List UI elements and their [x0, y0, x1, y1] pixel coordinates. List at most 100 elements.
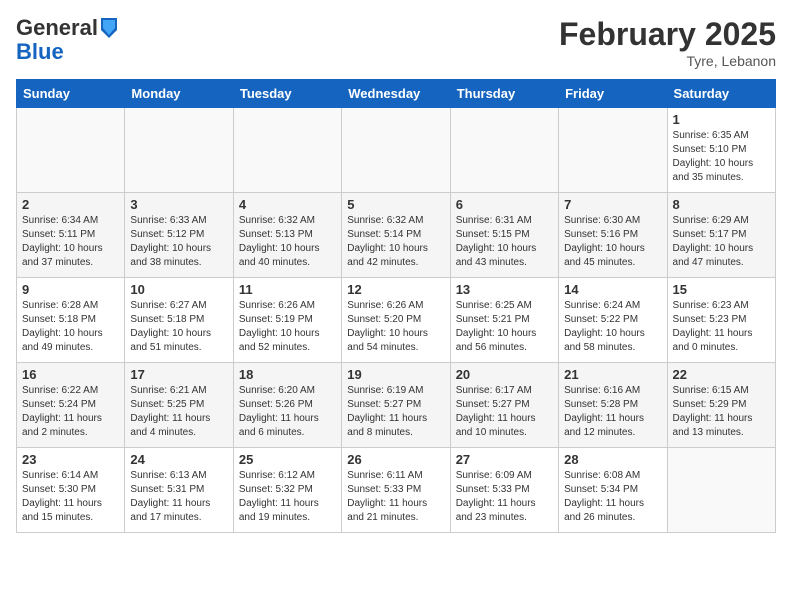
- day-info: Sunrise: 6:09 AMSunset: 5:33 PMDaylight:…: [456, 469, 553, 525]
- day-info: Sunrise: 6:32 AMSunset: 5:14 PMDaylight:…: [347, 214, 444, 270]
- page-header: General Blue February 2025 Tyre, Lebanon: [16, 16, 776, 69]
- day-info: Sunrise: 6:28 AMSunset: 5:18 PMDaylight:…: [22, 299, 119, 355]
- day-info: Sunrise: 6:30 AMSunset: 5:16 PMDaylight:…: [564, 214, 661, 270]
- calendar-header-row: SundayMondayTuesdayWednesdayThursdayFrid…: [17, 80, 776, 108]
- day-number: 2: [22, 197, 119, 212]
- day-number: 24: [130, 452, 227, 467]
- day-number: 16: [22, 367, 119, 382]
- day-number: 17: [130, 367, 227, 382]
- calendar-cell: 4 Sunrise: 6:32 AMSunset: 5:13 PMDaylight…: [233, 193, 341, 278]
- calendar-cell: 19 Sunrise: 6:19 AMSunset: 5:27 PMDayligh…: [342, 363, 450, 448]
- day-info: Sunrise: 6:19 AMSunset: 5:27 PMDaylight:…: [347, 384, 444, 440]
- day-info: Sunrise: 6:14 AMSunset: 5:30 PMDaylight:…: [22, 469, 119, 525]
- calendar-cell: 23 Sunrise: 6:14 AMSunset: 5:30 PMDayligh…: [17, 448, 125, 533]
- day-info: Sunrise: 6:27 AMSunset: 5:18 PMDaylight:…: [130, 299, 227, 355]
- day-number: 23: [22, 452, 119, 467]
- calendar-header-sunday: Sunday: [17, 80, 125, 108]
- day-info: Sunrise: 6:32 AMSunset: 5:13 PMDaylight:…: [239, 214, 336, 270]
- calendar-cell: 6 Sunrise: 6:31 AMSunset: 5:15 PMDaylight…: [450, 193, 558, 278]
- day-number: 15: [673, 282, 770, 297]
- calendar-header-saturday: Saturday: [667, 80, 775, 108]
- day-info: Sunrise: 6:21 AMSunset: 5:25 PMDaylight:…: [130, 384, 227, 440]
- day-info: Sunrise: 6:12 AMSunset: 5:32 PMDaylight:…: [239, 469, 336, 525]
- day-number: 28: [564, 452, 661, 467]
- day-number: 12: [347, 282, 444, 297]
- calendar-cell: 15 Sunrise: 6:23 AMSunset: 5:23 PMDayligh…: [667, 278, 775, 363]
- day-number: 19: [347, 367, 444, 382]
- calendar-cell: 10 Sunrise: 6:27 AMSunset: 5:18 PMDayligh…: [125, 278, 233, 363]
- calendar-cell: 17 Sunrise: 6:21 AMSunset: 5:25 PMDayligh…: [125, 363, 233, 448]
- day-info: Sunrise: 6:22 AMSunset: 5:24 PMDaylight:…: [22, 384, 119, 440]
- logo-general: General: [16, 16, 98, 40]
- day-number: 5: [347, 197, 444, 212]
- day-info: Sunrise: 6:35 AMSunset: 5:10 PMDaylight:…: [673, 129, 770, 185]
- calendar-cell: 22Sunrise: 6:15 AMSunset: 5:29 PMDayligh…: [667, 363, 775, 448]
- day-info: Sunrise: 6:17 AMSunset: 5:27 PMDaylight:…: [456, 384, 553, 440]
- calendar-week-row: 2 Sunrise: 6:34 AMSunset: 5:11 PMDaylight…: [17, 193, 776, 278]
- calendar-week-row: 16 Sunrise: 6:22 AMSunset: 5:24 PMDayligh…: [17, 363, 776, 448]
- calendar-cell: 1 Sunrise: 6:35 AMSunset: 5:10 PMDaylight…: [667, 108, 775, 193]
- day-number: 1: [673, 112, 770, 127]
- day-info: Sunrise: 6:29 AMSunset: 5:17 PMDaylight:…: [673, 214, 770, 270]
- day-number: 7: [564, 197, 661, 212]
- day-number: 8: [673, 197, 770, 212]
- calendar-cell: [667, 448, 775, 533]
- calendar-header-monday: Monday: [125, 80, 233, 108]
- calendar-header-tuesday: Tuesday: [233, 80, 341, 108]
- day-info: Sunrise: 6:24 AMSunset: 5:22 PMDaylight:…: [564, 299, 661, 355]
- calendar-cell: 25Sunrise: 6:12 AMSunset: 5:32 PMDayligh…: [233, 448, 341, 533]
- calendar-cell: 5 Sunrise: 6:32 AMSunset: 5:14 PMDaylight…: [342, 193, 450, 278]
- day-info: Sunrise: 6:26 AMSunset: 5:20 PMDaylight:…: [347, 299, 444, 355]
- calendar-cell: 24 Sunrise: 6:13 AMSunset: 5:31 PMDayligh…: [125, 448, 233, 533]
- calendar-header-friday: Friday: [559, 80, 667, 108]
- calendar-cell: 3 Sunrise: 6:33 AMSunset: 5:12 PMDaylight…: [125, 193, 233, 278]
- day-number: 18: [239, 367, 336, 382]
- day-info: Sunrise: 6:11 AMSunset: 5:33 PMDaylight:…: [347, 469, 444, 525]
- calendar-cell: 12 Sunrise: 6:26 AMSunset: 5:20 PMDayligh…: [342, 278, 450, 363]
- day-number: 26: [347, 452, 444, 467]
- day-number: 11: [239, 282, 336, 297]
- calendar-cell: 9 Sunrise: 6:28 AMSunset: 5:18 PMDaylight…: [17, 278, 125, 363]
- day-info: Sunrise: 6:16 AMSunset: 5:28 PMDaylight:…: [564, 384, 661, 440]
- calendar-cell: 18 Sunrise: 6:20 AMSunset: 5:26 PMDayligh…: [233, 363, 341, 448]
- day-info: Sunrise: 6:13 AMSunset: 5:31 PMDaylight:…: [130, 469, 227, 525]
- calendar-week-row: 23 Sunrise: 6:14 AMSunset: 5:30 PMDayligh…: [17, 448, 776, 533]
- calendar-cell: 28 Sunrise: 6:08 AMSunset: 5:34 PMDayligh…: [559, 448, 667, 533]
- calendar-cell: 13Sunrise: 6:25 AMSunset: 5:21 PMDayligh…: [450, 278, 558, 363]
- day-info: Sunrise: 6:26 AMSunset: 5:19 PMDaylight:…: [239, 299, 336, 355]
- calendar-cell: 27Sunrise: 6:09 AMSunset: 5:33 PMDayligh…: [450, 448, 558, 533]
- day-number: 4: [239, 197, 336, 212]
- day-info: Sunrise: 6:08 AMSunset: 5:34 PMDaylight:…: [564, 469, 661, 525]
- calendar-header-thursday: Thursday: [450, 80, 558, 108]
- calendar-cell: [559, 108, 667, 193]
- location: Tyre, Lebanon: [559, 53, 776, 69]
- day-info: Sunrise: 6:23 AMSunset: 5:23 PMDaylight:…: [673, 299, 770, 355]
- title-block: February 2025 Tyre, Lebanon: [559, 16, 776, 69]
- month-title: February 2025: [559, 16, 776, 53]
- calendar-week-row: 9 Sunrise: 6:28 AMSunset: 5:18 PMDaylight…: [17, 278, 776, 363]
- day-info: Sunrise: 6:31 AMSunset: 5:15 PMDaylight:…: [456, 214, 553, 270]
- calendar-cell: 26 Sunrise: 6:11 AMSunset: 5:33 PMDayligh…: [342, 448, 450, 533]
- logo-icon: [99, 16, 119, 40]
- day-number: 9: [22, 282, 119, 297]
- logo: General Blue: [16, 16, 119, 64]
- day-number: 20: [456, 367, 553, 382]
- calendar-header-wednesday: Wednesday: [342, 80, 450, 108]
- calendar-cell: 11 Sunrise: 6:26 AMSunset: 5:19 PMDayligh…: [233, 278, 341, 363]
- day-number: 6: [456, 197, 553, 212]
- calendar-cell: 7 Sunrise: 6:30 AMSunset: 5:16 PMDaylight…: [559, 193, 667, 278]
- day-number: 14: [564, 282, 661, 297]
- calendar-cell: [17, 108, 125, 193]
- calendar-cell: [342, 108, 450, 193]
- day-number: 13: [456, 282, 553, 297]
- calendar-cell: 2 Sunrise: 6:34 AMSunset: 5:11 PMDaylight…: [17, 193, 125, 278]
- day-info: Sunrise: 6:20 AMSunset: 5:26 PMDaylight:…: [239, 384, 336, 440]
- day-info: Sunrise: 6:34 AMSunset: 5:11 PMDaylight:…: [22, 214, 119, 270]
- calendar-cell: 16 Sunrise: 6:22 AMSunset: 5:24 PMDayligh…: [17, 363, 125, 448]
- day-info: Sunrise: 6:33 AMSunset: 5:12 PMDaylight:…: [130, 214, 227, 270]
- calendar-week-row: 1 Sunrise: 6:35 AMSunset: 5:10 PMDaylight…: [17, 108, 776, 193]
- calendar-cell: [125, 108, 233, 193]
- calendar-cell: 8 Sunrise: 6:29 AMSunset: 5:17 PMDaylight…: [667, 193, 775, 278]
- day-number: 3: [130, 197, 227, 212]
- day-number: 10: [130, 282, 227, 297]
